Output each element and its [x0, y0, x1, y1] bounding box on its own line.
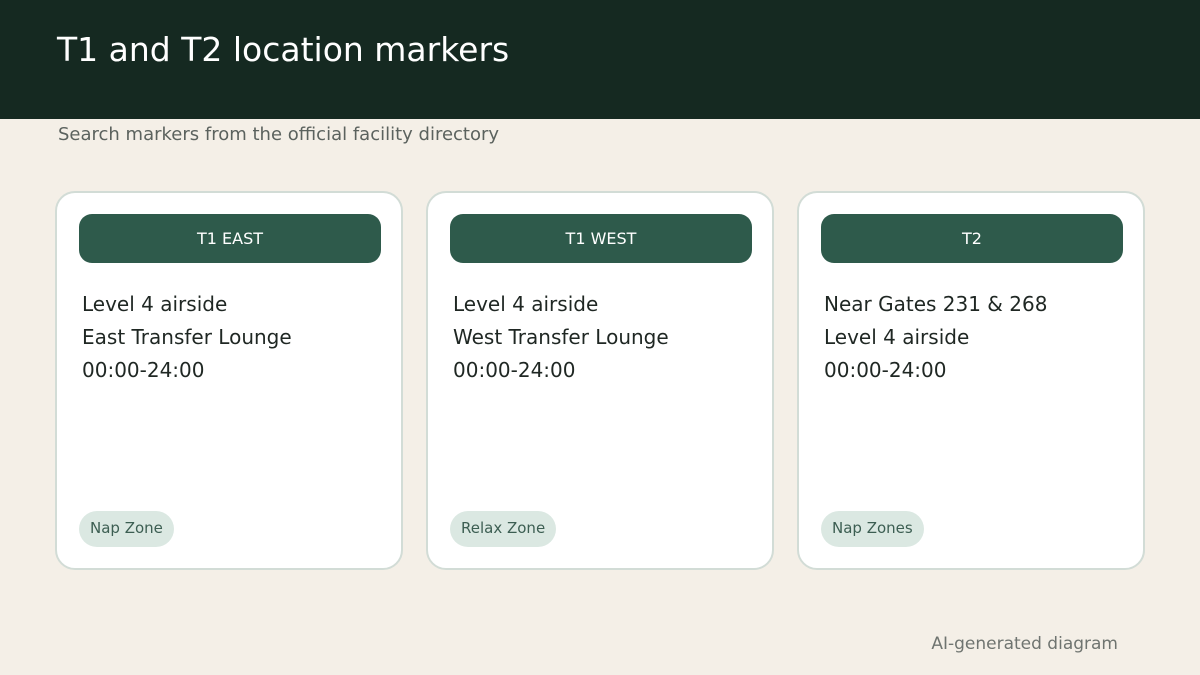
ai-generated-note: AI-generated diagram	[931, 634, 1118, 654]
card-detail-line: 00:00-24:00	[82, 358, 205, 382]
page-subtitle: Search markers from the official facilit…	[58, 124, 500, 145]
card-detail-line: West Transfer Lounge	[453, 325, 669, 349]
card-detail-line: Level 4 airside	[824, 325, 970, 349]
zone-tag: Nap Zone	[79, 511, 174, 547]
card-detail-line: 00:00-24:00	[453, 358, 576, 382]
card-heading: T2	[821, 214, 1123, 263]
card-detail-line: Near Gates 231 & 268	[824, 292, 1048, 316]
card-details: Level 4 airside East Transfer Lounge 00:…	[82, 288, 292, 387]
card-details: Near Gates 231 & 268 Level 4 airside 00:…	[824, 288, 1047, 387]
page-title: T1 and T2 location markers	[57, 30, 510, 69]
card-detail-line: Level 4 airside	[453, 292, 599, 316]
card-details: Level 4 airside West Transfer Lounge 00:…	[453, 288, 669, 387]
location-card-t1-west: T1 WEST Level 4 airside West Transfer Lo…	[426, 191, 774, 570]
location-card-t2: T2 Near Gates 231 & 268 Level 4 airside …	[797, 191, 1145, 570]
card-heading: T1 EAST	[79, 214, 381, 263]
card-heading: T1 WEST	[450, 214, 752, 263]
location-card-t1-east: T1 EAST Level 4 airside East Transfer Lo…	[55, 191, 403, 570]
card-detail-line: East Transfer Lounge	[82, 325, 292, 349]
zone-tag: Nap Zones	[821, 511, 924, 547]
card-detail-line: Level 4 airside	[82, 292, 228, 316]
header-banner: T1 and T2 location markers	[0, 0, 1200, 119]
card-detail-line: 00:00-24:00	[824, 358, 947, 382]
zone-tag: Relax Zone	[450, 511, 557, 547]
